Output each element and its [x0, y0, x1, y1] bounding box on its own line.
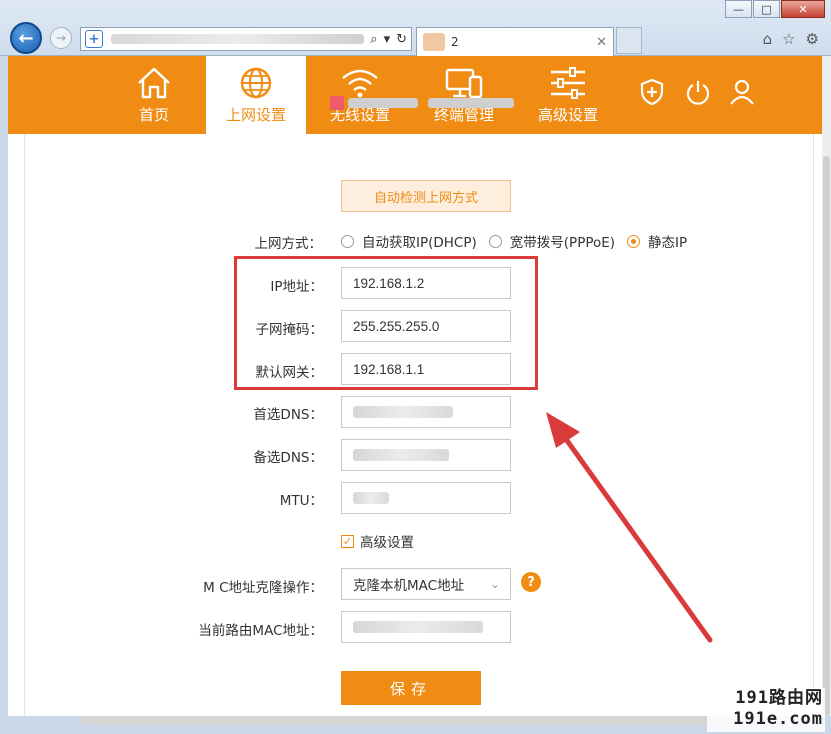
tab-favicon-icon: [423, 33, 445, 51]
home-icon[interactable]: ⌂: [763, 30, 773, 48]
minimize-button[interactable]: —: [725, 0, 752, 18]
browser-tab[interactable]: 2 ✕: [416, 27, 614, 56]
blurred-value: [353, 621, 483, 633]
mtu-input[interactable]: [341, 482, 511, 514]
ip-address-label: IP地址：: [270, 279, 323, 295]
vertical-scrollbar[interactable]: [822, 56, 831, 716]
horizontal-scrollbar[interactable]: [80, 716, 740, 725]
radio-circle-selected[interactable]: [627, 234, 641, 248]
blurred-value: [353, 492, 389, 504]
watermark-line2: 191e.com: [733, 709, 823, 729]
annotation-arrow: [546, 412, 713, 643]
devices-icon: [445, 68, 483, 99]
arrow-right-icon: →: [55, 31, 67, 45]
radio-dhcp[interactable]: 自动获取IP(DHCP): [341, 231, 477, 251]
security-shield-icon: +: [85, 30, 103, 48]
forward-button[interactable]: →: [50, 27, 72, 49]
dns1-input[interactable]: [341, 396, 511, 428]
close-window-button[interactable]: ✕: [781, 0, 825, 18]
radio-static-ip[interactable]: 静态IP: [627, 231, 687, 251]
gateway-input[interactable]: 192.168.1.1: [341, 353, 511, 385]
help-icon[interactable]: ?: [521, 572, 541, 592]
back-button[interactable]: ←: [10, 22, 42, 54]
nav-item-internet[interactable]: 上网设置: [206, 56, 306, 134]
subnet-mask-label: 子网掩码：: [255, 322, 324, 338]
save-button[interactable]: 保存: [341, 671, 481, 705]
blurred-value: [353, 449, 449, 461]
radio-circle[interactable]: [488, 234, 502, 248]
window-controls: — □ ✕: [725, 0, 825, 18]
radio-label: 静态IP: [648, 235, 688, 251]
mac-clone-select[interactable]: 克隆本机MAC地址 ⌄: [341, 568, 511, 600]
nav-item-devices[interactable]: 终端管理: [414, 56, 514, 134]
sliders-icon: [551, 67, 585, 99]
subnet-mask-input[interactable]: 255.255.255.0: [341, 310, 511, 342]
ip-address-input[interactable]: 192.168.1.2: [341, 267, 511, 299]
watermark-line1: 191路由网: [735, 688, 823, 708]
wan-mode-radio-group: 自动获取IP(DHCP) 宽带拨号(PPPoE) 静态IP: [341, 231, 699, 251]
nav-item-advanced[interactable]: 高级设置: [518, 56, 618, 134]
dns2-input[interactable]: [341, 439, 511, 471]
gateway-label: 默认网关：: [255, 365, 324, 381]
radio-circle[interactable]: [341, 234, 354, 248]
gear-icon[interactable]: ⚙: [806, 30, 819, 48]
scrollbar-thumb[interactable]: [823, 156, 830, 716]
wifi-icon: [342, 69, 378, 98]
user-icon[interactable]: [728, 78, 756, 106]
browser-right-icons: ⌂ ☆ ⚙: [763, 30, 819, 48]
mac-clone-value: 克隆本机MAC地址: [353, 578, 465, 594]
page-subtitle-blurred: [330, 96, 516, 110]
chevron-down-icon: ⌄: [489, 577, 500, 591]
radio-label: 宽带拨号(PPPoE): [509, 235, 616, 251]
new-tab-button[interactable]: [616, 27, 642, 54]
site-watermark: 191路由网 191e.com: [707, 688, 825, 732]
address-tools: ⌕ ▾ ↻: [370, 32, 407, 47]
search-icon[interactable]: ⌕: [370, 32, 377, 47]
mtu-label: MTU：: [279, 493, 323, 509]
arrow-left-icon: ←: [18, 27, 34, 49]
tab-close-icon[interactable]: ✕: [596, 35, 607, 50]
current-mac-label: 当前路由MAC地址：: [198, 623, 323, 639]
browser-chrome: — □ ✕ ← → + ⌕ ▾ ↻ 2 ✕ ⌂ ☆ ⚙: [0, 0, 831, 56]
top-navigation: 首页 上网设置 无线设置 终端管理 高级设置: [8, 56, 822, 134]
radio-pppoe[interactable]: 宽带拨号(PPPoE): [488, 231, 616, 251]
current-mac-input[interactable]: [341, 611, 511, 643]
advanced-settings-check[interactable]: ✓ 高级设置: [341, 531, 414, 551]
checkbox-checked-icon[interactable]: ✓: [341, 534, 354, 548]
address-url-blurred: [111, 34, 365, 44]
dns2-label: 备选DNS：: [253, 450, 323, 466]
star-icon[interactable]: ☆: [782, 30, 795, 48]
nav-item-wireless[interactable]: 无线设置: [310, 56, 410, 134]
nav-label: 首页: [138, 106, 169, 124]
dropdown-icon[interactable]: ▾: [384, 32, 391, 47]
shield-plus-icon[interactable]: [638, 78, 666, 106]
maximize-button[interactable]: □: [753, 0, 780, 18]
nav-label: 上网设置: [225, 106, 286, 124]
refresh-icon[interactable]: ↻: [396, 32, 407, 47]
radio-label: 自动获取IP(DHCP): [362, 235, 477, 251]
tab-title: 2: [451, 35, 459, 49]
auto-detect-button[interactable]: 自动检测上网方式: [341, 180, 511, 212]
address-bar[interactable]: + ⌕ ▾ ↻: [80, 27, 412, 51]
globe-icon: [240, 67, 272, 99]
nav-label: 高级设置: [537, 106, 598, 124]
advanced-settings-label: 高级设置: [360, 535, 414, 551]
blurred-value: [353, 406, 453, 418]
home-icon: [138, 67, 170, 99]
wan-mode-label: 上网方式：: [254, 236, 323, 252]
dns1-label: 首选DNS：: [253, 407, 323, 423]
mac-clone-label: M C地址克隆操作：: [203, 580, 323, 596]
nav-item-home[interactable]: 首页: [104, 56, 204, 134]
power-icon[interactable]: [684, 78, 712, 106]
